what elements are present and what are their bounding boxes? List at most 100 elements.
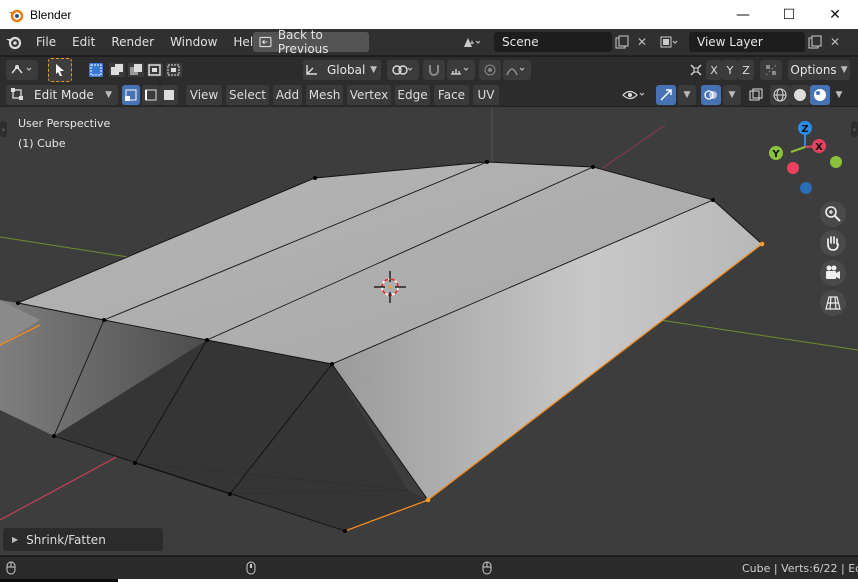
- viewport-header: Edit Mode ▼ View Select Add Mesh Vertex …: [0, 83, 858, 107]
- new-view-layer-icon[interactable]: [805, 32, 825, 52]
- scene-selector: Scene ✕: [462, 32, 652, 52]
- mouse-right-icon: [482, 561, 492, 575]
- mouse-left-icon: [6, 561, 16, 575]
- view-layer-selector: View Layer ✕: [659, 32, 845, 52]
- scene-icon[interactable]: [462, 32, 482, 52]
- zoom-icon[interactable]: [820, 201, 846, 227]
- proportional-falloff-dropdown[interactable]: [503, 60, 531, 80]
- edit-mode-icon: [11, 88, 23, 100]
- mirror-y-toggle[interactable]: Y: [722, 60, 738, 80]
- transform-orientation-value: Global: [327, 63, 366, 77]
- close-button[interactable]: ✕: [812, 0, 858, 29]
- topology-mirror-icon[interactable]: [760, 60, 782, 80]
- menu-render[interactable]: Render: [103, 29, 162, 56]
- viewport-perspective-label: User Perspective: [18, 117, 111, 130]
- mode-dropdown[interactable]: Edit Mode ▼: [6, 85, 118, 105]
- gizmo-z-label: Z: [801, 124, 808, 135]
- orientation-global-icon: [306, 65, 317, 75]
- new-scene-icon[interactable]: [612, 32, 632, 52]
- mouse-middle-icon: [246, 561, 256, 575]
- x-axis-line-far: [599, 124, 666, 171]
- viewport-object-label: (1) Cube: [18, 137, 66, 150]
- sidebar-expand-chevron-icon[interactable]: ‹: [851, 121, 858, 137]
- menu-view[interactable]: View: [186, 85, 222, 105]
- maximize-button[interactable]: ☐: [766, 0, 812, 29]
- menu-edge[interactable]: Edge: [395, 85, 430, 105]
- transform-pivot-dropdown[interactable]: [6, 60, 38, 80]
- blender-logo-icon: [8, 7, 24, 23]
- face-select-mode-button[interactable]: [160, 85, 178, 105]
- camera-view-icon[interactable]: [820, 260, 846, 286]
- y-axis-line-right: [659, 319, 858, 351]
- minimize-button[interactable]: —: [720, 0, 766, 29]
- menu-window[interactable]: Window: [162, 29, 225, 56]
- gizmo-dropdown-chevron-icon[interactable]: ▼: [678, 85, 696, 105]
- menu-face[interactable]: Face: [434, 85, 469, 105]
- os-title-bar: Blender — ☐ ✕: [0, 0, 858, 29]
- selection-mode-icons[interactable]: [86, 61, 183, 79]
- overlays-dropdown-chevron-icon[interactable]: ▼: [723, 85, 741, 105]
- xray-toggle-icon[interactable]: [746, 85, 766, 105]
- operator-redo-panel[interactable]: ▶ Shrink/Fatten: [3, 528, 163, 551]
- gizmo-neg-y-axis[interactable]: [830, 156, 842, 168]
- snap-toggle-icon[interactable]: [423, 60, 445, 80]
- view-layer-name-field[interactable]: View Layer: [689, 32, 805, 52]
- material-preview-shading-icon[interactable]: [810, 85, 830, 105]
- viewport-scene[interactable]: Z X Y: [0, 107, 858, 555]
- chevron-down-icon: ▼: [370, 65, 377, 75]
- blender-menu-icon[interactable]: [0, 29, 28, 56]
- menu-mesh[interactable]: Mesh: [306, 85, 343, 105]
- tool-settings-header: Global ▼ X Y Z Options ▼: [0, 57, 858, 83]
- chevron-down-icon: ▼: [840, 65, 848, 75]
- menu-uv[interactable]: UV: [473, 85, 499, 105]
- delete-view-layer-icon[interactable]: ✕: [825, 32, 845, 52]
- mirror-icon[interactable]: [686, 60, 706, 80]
- pivot-point-dropdown[interactable]: [387, 60, 419, 80]
- expand-triangle-icon: ▶: [12, 535, 19, 544]
- edge-select-mode-button[interactable]: [142, 85, 160, 105]
- 3d-viewport[interactable]: Z X Y User Perspective (1) Cube › ‹: [0, 107, 858, 555]
- mirror-z-toggle[interactable]: Z: [738, 60, 754, 80]
- back-to-previous-button[interactable]: Back to Previous: [253, 28, 369, 56]
- visibility-dropdown[interactable]: [620, 85, 650, 105]
- menu-add[interactable]: Add: [273, 85, 302, 105]
- menu-edit[interactable]: Edit: [64, 29, 103, 56]
- overlays-toggle-icon[interactable]: [701, 85, 721, 105]
- gizmo-toggle-icon[interactable]: [656, 85, 676, 105]
- proportional-editing-icon[interactable]: [479, 60, 501, 80]
- vertex-select-mode-button[interactable]: [122, 85, 140, 105]
- options-label: Options: [790, 63, 837, 77]
- scene-name-field[interactable]: Scene: [494, 32, 612, 52]
- status-bar: Cube | Verts:6/22 | Edg: [0, 556, 858, 579]
- gizmo-neg-z-axis[interactable]: [800, 182, 812, 194]
- mode-value: Edit Mode: [34, 88, 94, 102]
- operator-label: Shrink/Fatten: [26, 532, 106, 547]
- pan-hand-icon[interactable]: [820, 230, 846, 256]
- gizmo-x-label: X: [815, 142, 823, 153]
- blender-top-bar: File Edit Render Window Help Back to Pre…: [0, 28, 858, 56]
- delete-scene-icon[interactable]: ✕: [632, 32, 652, 52]
- toolbar-expand-chevron-icon[interactable]: ›: [0, 121, 7, 137]
- scene-statistics: Cube | Verts:6/22 | Edg: [742, 562, 858, 575]
- options-dropdown[interactable]: Options ▼: [788, 60, 850, 80]
- menu-select[interactable]: Select: [226, 85, 269, 105]
- gizmo-y-label: Y: [771, 149, 780, 160]
- transform-orientation-dropdown[interactable]: Global ▼: [303, 60, 381, 80]
- back-icon: [259, 36, 272, 48]
- wireframe-shading-icon[interactable]: [770, 85, 790, 105]
- navigation-gizmo[interactable]: Z X Y: [769, 121, 842, 194]
- view-layer-icon[interactable]: [659, 32, 679, 52]
- chevron-down-icon: ▼: [105, 90, 112, 100]
- menu-vertex[interactable]: Vertex: [347, 85, 391, 105]
- back-to-previous-label: Back to Previous: [277, 28, 329, 56]
- snap-target-dropdown[interactable]: [447, 60, 475, 80]
- shading-dropdown-chevron-icon[interactable]: ▼: [830, 85, 848, 105]
- gizmo-neg-x-axis[interactable]: [787, 162, 799, 174]
- window-title: Blender: [30, 7, 72, 22]
- mirror-x-toggle[interactable]: X: [706, 60, 722, 80]
- menu-file[interactable]: File: [28, 29, 64, 56]
- selection-mode-group: [86, 60, 183, 80]
- solid-shading-icon[interactable]: [790, 85, 810, 105]
- orthographic-toggle-icon[interactable]: [820, 290, 846, 316]
- select-tool-icon[interactable]: [48, 58, 72, 82]
